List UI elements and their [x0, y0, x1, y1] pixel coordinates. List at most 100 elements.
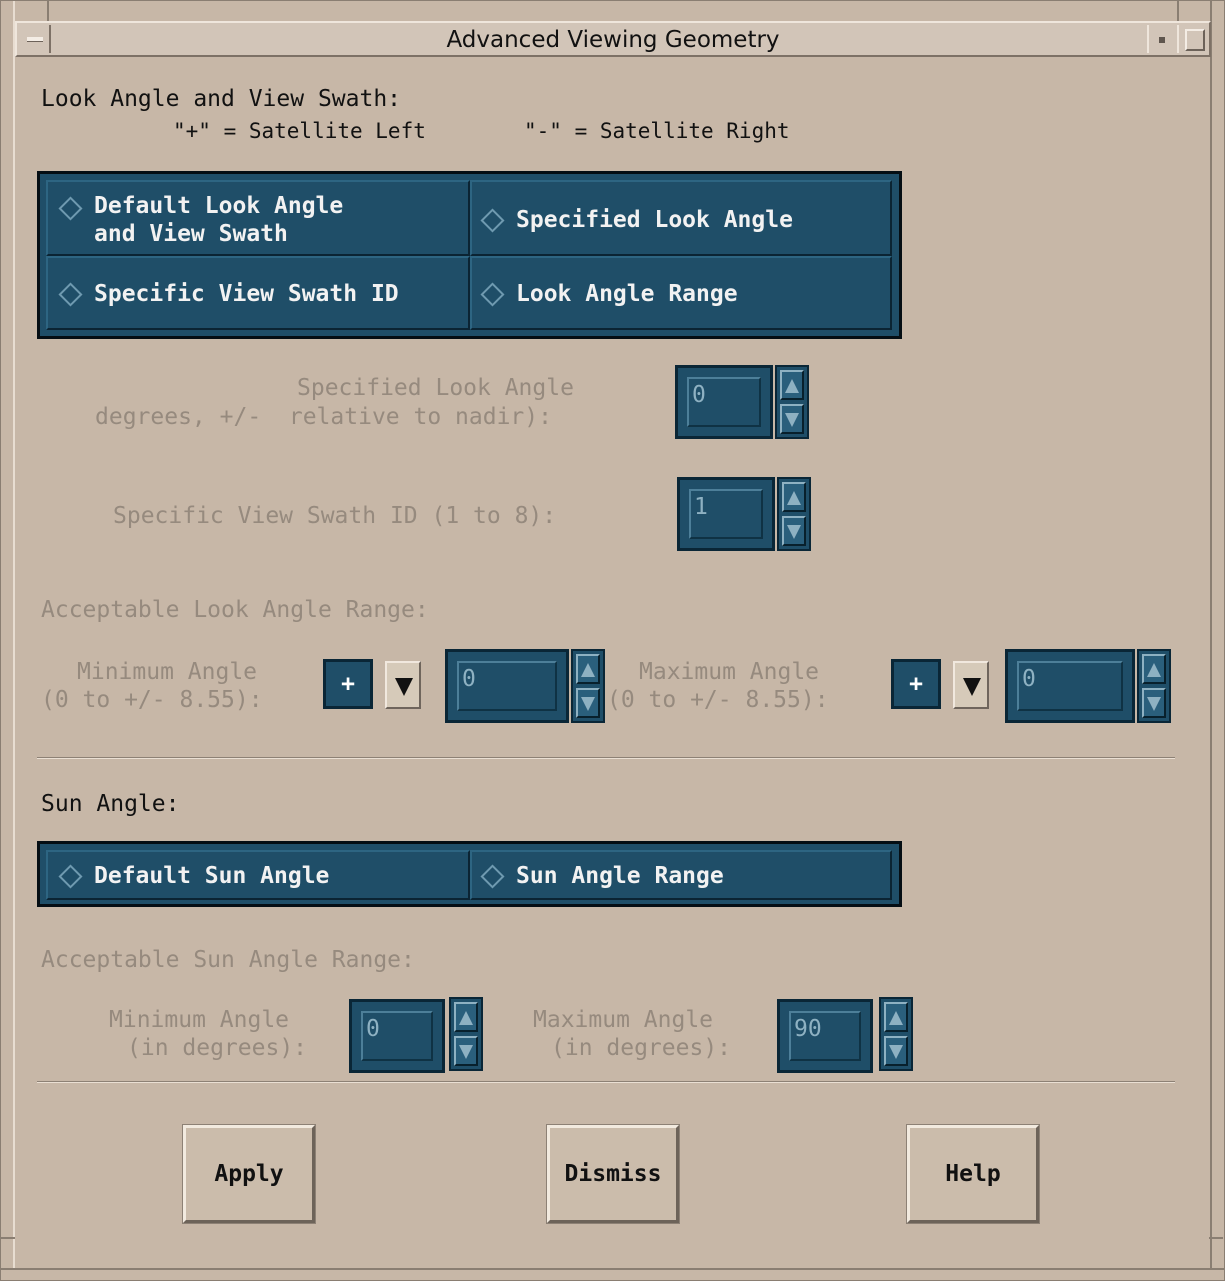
apply-button-label: Apply	[214, 1161, 284, 1187]
diamond-radio-icon	[480, 282, 505, 307]
radio-label: Default Sun Angle	[94, 863, 330, 889]
help-button-label: Help	[945, 1161, 1001, 1187]
radio-sun-angle-range[interactable]: Sun Angle Range	[470, 850, 892, 900]
frame-corner-tick	[1177, 1, 1179, 21]
look-angle-heading: Look Angle and View Swath:	[41, 86, 402, 112]
dismiss-button[interactable]: Dismiss	[546, 1124, 680, 1224]
arrow-down-icon	[459, 1045, 473, 1059]
input-value: 0	[366, 1016, 380, 1042]
swath-id-stepper	[777, 477, 811, 551]
min-sun-angle-input[interactable]: 0	[349, 999, 445, 1073]
max-look-angle-stepper	[1137, 649, 1171, 723]
triangle-down-icon	[395, 678, 413, 696]
radio-label: Default Look Angle	[94, 193, 344, 219]
arrow-down-icon	[1147, 697, 1161, 711]
decrement-button[interactable]	[782, 516, 806, 546]
sun-angle-range-heading: Acceptable Sun Angle Range:	[41, 947, 415, 973]
dialog-window: Advanced Viewing Geometry Look Angle and…	[0, 0, 1225, 1281]
arrow-up-icon	[787, 491, 801, 505]
minimize-icon	[1159, 37, 1165, 43]
max-sun-angle-input[interactable]: 90	[777, 999, 873, 1073]
radio-label: Look Angle Range	[516, 281, 738, 307]
input-value: 0	[462, 666, 476, 692]
sun-angle-heading: Sun Angle:	[41, 791, 180, 817]
window-frame-right[interactable]	[1210, 1, 1224, 1280]
help-button[interactable]: Help	[906, 1124, 1040, 1224]
sign-value: +	[341, 671, 355, 697]
satellite-right-note: "-" = Satellite Right	[524, 119, 790, 143]
radio-specified-look-angle[interactable]: Specified Look Angle	[470, 180, 892, 256]
decrement-button[interactable]	[1142, 688, 1166, 718]
arrow-down-icon	[581, 697, 595, 711]
min-look-angle-stepper	[571, 649, 605, 723]
arrow-down-icon	[787, 525, 801, 539]
radio-look-angle-range[interactable]: Look Angle Range	[470, 256, 892, 330]
arrow-up-icon	[1147, 663, 1161, 677]
input-value: 0	[1022, 666, 1036, 692]
radio-default-sun-angle[interactable]: Default Sun Angle	[46, 850, 470, 900]
satellite-left-note: "+" = Satellite Left	[173, 119, 426, 143]
increment-button[interactable]	[780, 370, 804, 400]
arrow-up-icon	[889, 1011, 903, 1025]
radio-label: Specified Look Angle	[516, 207, 793, 233]
increment-button[interactable]	[884, 1002, 908, 1032]
section-divider	[37, 1081, 1175, 1083]
increment-button[interactable]	[576, 654, 600, 684]
apply-button[interactable]: Apply	[182, 1124, 316, 1224]
minimize-button[interactable]	[1147, 25, 1175, 53]
specified-look-angle-sublabel: degrees, +/- relative to nadir):	[95, 404, 552, 430]
diamond-radio-icon	[480, 208, 505, 233]
min-look-angle-input[interactable]: 0	[445, 649, 569, 723]
decrement-button[interactable]	[884, 1036, 908, 1066]
swath-id-label: Specific View Swath ID (1 to 8):	[113, 503, 557, 529]
section-divider	[37, 757, 1175, 759]
min-sign-dropdown[interactable]	[385, 661, 421, 709]
frame-corner-tick	[1209, 1237, 1223, 1239]
arrow-up-icon	[581, 663, 595, 677]
window-title: Advanced Viewing Geometry	[446, 27, 780, 53]
window-frame-bottom[interactable]	[1, 1268, 1224, 1280]
min-look-angle-label: Minimum Angle	[77, 659, 258, 685]
specified-look-angle-stepper	[775, 365, 809, 439]
title-bar[interactable]: Advanced Viewing Geometry	[15, 21, 1211, 57]
min-sign-selector[interactable]: +	[323, 659, 373, 709]
swath-id-input[interactable]: 1	[677, 477, 775, 551]
diamond-radio-icon	[58, 864, 83, 889]
diamond-radio-icon	[58, 196, 83, 221]
diamond-radio-icon	[480, 864, 505, 889]
min-sun-angle-sublabel: (in degrees):	[127, 1035, 308, 1061]
look-angle-radio-group: Default Look Angle and View Swath Specif…	[37, 171, 902, 339]
decrement-button[interactable]	[454, 1036, 478, 1066]
radio-default-look-angle[interactable]: Default Look Angle and View Swath	[46, 180, 470, 256]
triangle-down-icon	[963, 678, 981, 696]
min-sun-angle-stepper	[449, 997, 483, 1071]
radio-label: Specific View Swath ID	[94, 281, 399, 307]
radio-specific-view-swath-id[interactable]: Specific View Swath ID	[46, 256, 470, 330]
specified-look-angle-label: Specified Look Angle	[297, 375, 574, 401]
maximize-button[interactable]	[1177, 25, 1207, 53]
max-sun-angle-sublabel: (in degrees):	[551, 1035, 732, 1061]
max-sign-selector[interactable]: +	[891, 659, 941, 709]
max-sun-angle-label: Maximum Angle	[533, 1007, 714, 1033]
arrow-down-icon	[785, 413, 799, 427]
increment-button[interactable]	[1142, 654, 1166, 684]
look-angle-range-heading: Acceptable Look Angle Range:	[41, 597, 429, 623]
increment-button[interactable]	[782, 482, 806, 512]
frame-corner-tick	[47, 1, 49, 21]
arrow-up-icon	[785, 379, 799, 393]
decrement-button[interactable]	[576, 688, 600, 718]
sun-angle-radio-group: Default Sun Angle Sun Angle Range	[37, 841, 902, 907]
max-look-angle-input[interactable]: 0	[1005, 649, 1135, 723]
min-sun-angle-label: Minimum Angle	[109, 1007, 290, 1033]
radio-label: Sun Angle Range	[516, 863, 724, 889]
decrement-button[interactable]	[780, 404, 804, 434]
radio-label: and View Swath	[94, 221, 288, 247]
increment-button[interactable]	[454, 1002, 478, 1032]
specified-look-angle-input[interactable]: 0	[675, 365, 773, 439]
window-frame-left[interactable]	[1, 1, 15, 1280]
arrow-up-icon	[459, 1011, 473, 1025]
diamond-radio-icon	[58, 282, 83, 307]
max-sign-dropdown[interactable]	[953, 661, 989, 709]
max-sun-angle-stepper	[879, 997, 913, 1071]
min-look-angle-sublabel: (0 to +/- 8.55):	[41, 687, 263, 713]
